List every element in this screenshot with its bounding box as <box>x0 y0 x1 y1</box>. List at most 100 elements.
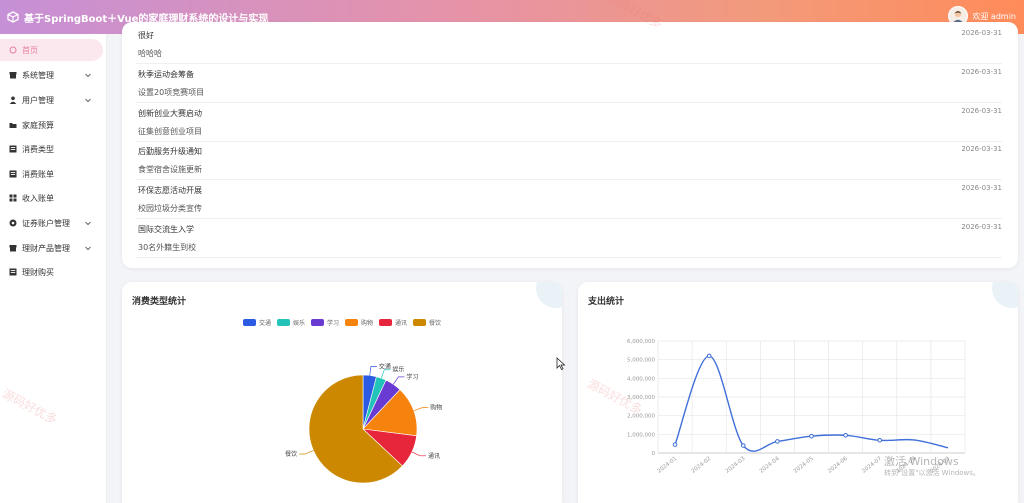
pie-label: 娱乐 <box>392 366 404 374</box>
expense-chart-card: 支出统计 0 1,000,000 2,000,000 3,000,000 4,000,0… <box>578 282 1018 503</box>
news-title[interactable]: 创新创业大赛启动 <box>138 108 202 119</box>
document-icon <box>9 145 17 153</box>
pie-label: 通讯 <box>428 452 440 460</box>
data-point[interactable] <box>843 432 848 438</box>
list-item[interactable]: 秋季运动会筹备 设置20项竞赛项目 2026-03-31 <box>136 65 1002 103</box>
list-item[interactable]: 后勤服务升级通知 食堂宿舍设施更新 2026-03-31 <box>136 142 1002 180</box>
news-desc: 校园垃圾分类宣传 <box>138 204 202 213</box>
news-list-card: 很好 哈哈哈 2026-03-31 秋季运动会筹备 设置20项竞赛项目 2026… <box>122 22 1018 268</box>
news-date: 2026-03-31 <box>961 29 1002 37</box>
news-desc: 30名外籍生到校 <box>138 243 197 252</box>
y-tick-label: 2,000,000 <box>627 414 655 420</box>
y-tick-label: 6,000,000 <box>627 339 655 345</box>
sidebar-item-consumption-type[interactable]: 消费类型 <box>0 138 103 160</box>
pie-label: 购物 <box>430 404 442 412</box>
data-point[interactable] <box>672 442 678 447</box>
sidebar-item-financial-purchase[interactable]: 理财购买 <box>0 261 103 283</box>
sidebar-item-label: 首页 <box>22 45 38 55</box>
sidebar-item-label: 消费账单 <box>22 169 54 179</box>
sidebar-item-label: 消费类型 <box>22 144 54 154</box>
data-point[interactable] <box>809 433 814 439</box>
sidebar-item-home[interactable]: 首页 <box>0 39 103 61</box>
news-title[interactable]: 国际交流生入学 <box>138 224 194 235</box>
chevron-down-icon <box>85 98 91 103</box>
list-item[interactable]: 创新创业大赛启动 征集创意创业项目 2026-03-31 <box>136 104 1002 142</box>
list-item[interactable]: 很好 哈哈哈 2026-03-31 <box>136 26 1002 64</box>
sidebar: 首页 系统管理 用户管理 家庭预算 消费类型 消费账单 收入账单 证券账户管理 … <box>0 34 107 503</box>
data-point[interactable] <box>706 353 712 359</box>
y-tick-label: 1,000,000 <box>627 432 655 438</box>
news-desc: 哈哈哈 <box>138 49 162 58</box>
news-date: 2026-03-31 <box>961 145 1002 153</box>
news-title[interactable]: 很好 <box>138 30 154 41</box>
sidebar-item-label: 用户管理 <box>22 95 54 105</box>
news-date: 2026-03-31 <box>961 107 1002 115</box>
chevron-down-icon <box>85 73 91 78</box>
sidebar-item-family-budget[interactable]: 家庭预算 <box>0 114 103 136</box>
pie-chart: 交通 娱乐学习购物通讯 餐饮 <box>285 362 442 484</box>
mouse-cursor-icon <box>556 357 566 371</box>
sidebar-item-income-bill[interactable]: 收入账单 <box>0 187 103 209</box>
x-tick-label: 2024-08 <box>895 456 917 475</box>
news-desc: 征集创意创业项目 <box>138 127 202 136</box>
pie-label-line <box>411 451 427 457</box>
sidebar-item-label: 收入账单 <box>22 193 54 203</box>
sidebar-item-securities-account[interactable]: 证券账户管理 <box>0 212 103 234</box>
document-icon <box>9 170 17 178</box>
news-title[interactable]: 后勤服务升级通知 <box>138 146 202 157</box>
x-tick-label: 2024-01 <box>656 456 678 475</box>
sidebar-item-label: 理财购买 <box>22 267 54 277</box>
sidebar-item-system-management[interactable]: 系统管理 <box>0 64 103 86</box>
sidebar-item-financial-product[interactable]: 理财产品管理 <box>0 237 103 259</box>
data-point[interactable] <box>740 443 746 448</box>
news-date: 2026-03-31 <box>961 223 1002 231</box>
news-desc: 设置20项竞赛项目 <box>138 88 205 97</box>
list-item[interactable]: 环保志愿活动开展 校园垃圾分类宣传 2026-03-31 <box>136 181 1002 219</box>
line-chart: 0 1,000,000 2,000,000 3,000,000 4,000,000 5,0… <box>627 339 966 475</box>
gear-icon <box>9 219 17 227</box>
sidebar-item-label: 理财产品管理 <box>22 243 70 253</box>
folder-icon <box>9 121 17 129</box>
news-date: 2026-03-31 <box>961 184 1002 192</box>
y-tick-label: 3,000,000 <box>627 395 655 401</box>
sidebar-item-consumption-bill[interactable]: 消费账单 <box>0 163 103 185</box>
x-tick-label: 2024-07 <box>861 456 883 475</box>
pie-label: 交通 <box>379 362 391 370</box>
y-tick-label: 4,000,000 <box>627 376 655 382</box>
pie-label-line <box>393 376 405 385</box>
data-point[interactable] <box>775 439 780 444</box>
x-tick-label: 2024-04 <box>759 456 781 475</box>
news-desc: 食堂宿舍设施更新 <box>138 165 202 174</box>
x-tick-label: 2024-02 <box>691 456 713 475</box>
pie-label: 餐饮 <box>285 450 297 458</box>
news-date: 2026-03-31 <box>961 68 1002 76</box>
shop-icon <box>9 71 17 79</box>
grid-icon <box>9 194 17 202</box>
pie-label-line <box>299 450 314 455</box>
sidebar-item-label: 家庭预算 <box>22 120 54 130</box>
news-title[interactable]: 环保志愿活动开展 <box>138 185 202 196</box>
chevron-down-icon <box>85 221 91 226</box>
pie-label: 学习 <box>406 373 418 381</box>
y-tick-label: 0 <box>652 451 656 457</box>
x-tick-label: 2024-06 <box>827 456 849 475</box>
x-tick-label: 2024-03 <box>725 456 747 475</box>
pie-label-line <box>413 407 429 412</box>
data-point[interactable] <box>877 438 883 443</box>
sidebar-item-label: 证券账户管理 <box>22 218 70 228</box>
news-title[interactable]: 秋季运动会筹备 <box>138 69 194 80</box>
y-tick-label: 5,000,000 <box>627 358 655 364</box>
cube-logo-icon <box>6 10 20 24</box>
person-icon <box>9 96 17 104</box>
consumption-type-chart-card: 消费类型统计 交通 娱乐 学习 购物 通讯 餐饮 交通 娱乐 学习 购物 通讯 餐饮 <box>122 282 562 503</box>
chevron-down-icon <box>85 246 91 251</box>
x-tick-label: 2024-05 <box>793 456 815 475</box>
welcome-user-label[interactable]: 欢迎 admin <box>972 11 1016 22</box>
sidebar-item-label: 系统管理 <box>22 70 54 80</box>
list-item[interactable]: 国际交流生入学 30名外籍生到校 2026-03-31 <box>136 220 1002 258</box>
pie-label-line <box>369 366 377 376</box>
document-icon <box>9 268 17 276</box>
home-icon <box>9 46 17 54</box>
sidebar-item-user-management[interactable]: 用户管理 <box>0 89 103 111</box>
shop-icon <box>9 244 17 252</box>
